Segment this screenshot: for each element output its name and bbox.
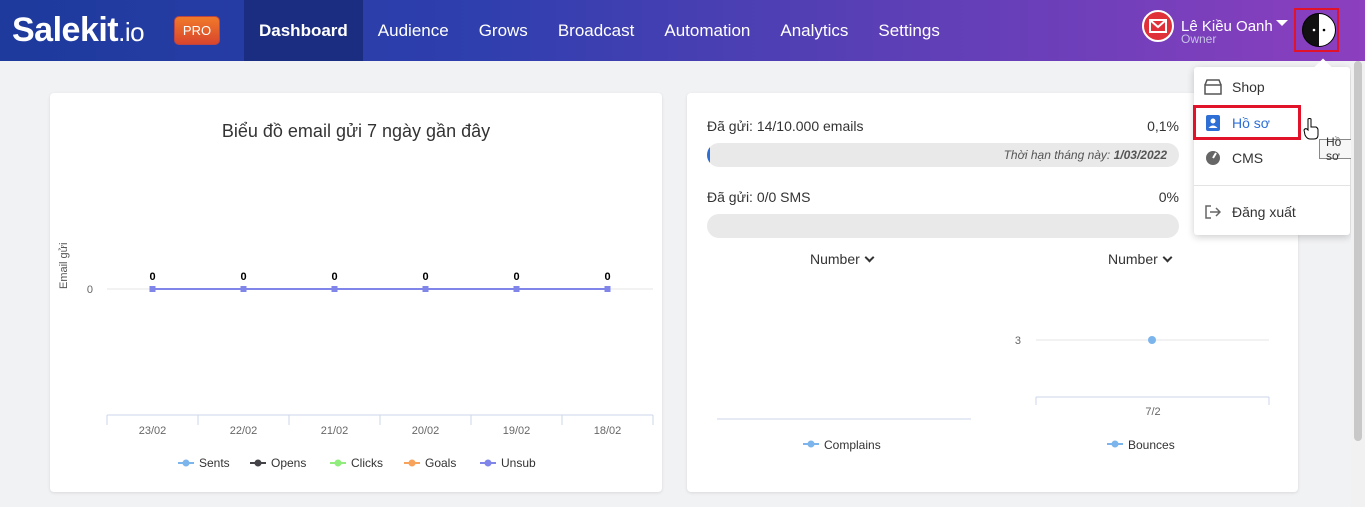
legend-item-clicks: Clicks <box>330 456 383 470</box>
legend-label: Sents <box>199 456 230 470</box>
x-tick-label: 23/02 <box>139 425 167 437</box>
email-chart-card: Biểu đồ email gửi 7 ngày gần đây Email g… <box>50 93 662 492</box>
data-point-unsub <box>331 286 338 292</box>
data-point-unsub <box>513 286 520 292</box>
highlight-box <box>1193 105 1301 140</box>
data-point-bounces <box>1148 336 1156 344</box>
legend-marker <box>1111 440 1119 448</box>
x-tick-label: 19/02 <box>503 425 531 437</box>
legend-marker <box>334 459 342 467</box>
menu-item-label: CMS <box>1232 150 1264 166</box>
legend-label: Bounces <box>1128 438 1175 452</box>
caret-down-icon <box>1276 20 1288 26</box>
legend-marker <box>807 440 815 448</box>
menu-item-logout[interactable]: Đăng xuất <box>1194 195 1350 229</box>
legend-item-sents: Sents <box>178 456 230 470</box>
x-tick-label: 22/02 <box>230 425 258 437</box>
x-tick-label: 21/02 <box>321 425 349 437</box>
x-tick-label: 18/02 <box>594 425 622 437</box>
user-role: Owner <box>1181 32 1217 46</box>
data-label: 0 <box>149 271 155 283</box>
legend-marker <box>182 459 190 467</box>
email-line-chart: 0 23/02 22/02 21/02 20/02 19/02 18/02 0 0 0 0 0 0 Sen… <box>87 271 654 470</box>
legend-item-complains: Complains <box>803 438 881 452</box>
logout-icon <box>1204 203 1222 221</box>
legend-item-goals: Goals <box>404 456 456 470</box>
nav-automation[interactable]: Automation <box>649 0 765 61</box>
menu-item-shop[interactable]: Shop <box>1194 70 1350 104</box>
data-point-unsub <box>149 286 156 292</box>
pro-badge: PRO <box>174 16 220 45</box>
theme-toggle-icon[interactable] <box>1302 13 1336 47</box>
legend-label: Complains <box>824 438 881 452</box>
main-nav: Dashboard Audience Grows Broadcast Autom… <box>244 0 955 61</box>
cms-icon <box>1204 149 1222 167</box>
nav-dashboard[interactable]: Dashboard <box>244 0 363 61</box>
legend-marker <box>254 459 262 467</box>
logo-sub: .io <box>118 16 145 47</box>
y-tick-label: 0 <box>87 284 93 296</box>
data-label: 0 <box>331 271 337 283</box>
y-tick-label: 3 <box>1015 335 1021 347</box>
menu-divider <box>1194 185 1350 186</box>
legend-label: Goals <box>425 456 456 470</box>
legend-marker <box>408 459 416 467</box>
menu-item-label: Shop <box>1232 79 1265 95</box>
x-tick-label: 20/02 <box>412 425 440 437</box>
legend-item-bounces: Bounces <box>1107 438 1175 452</box>
data-point-unsub <box>240 286 247 292</box>
data-label: 0 <box>604 271 610 283</box>
data-point-unsub <box>604 286 611 292</box>
nav-broadcast[interactable]: Broadcast <box>543 0 650 61</box>
legend-marker <box>484 459 492 467</box>
scrollbar[interactable] <box>1351 61 1365 507</box>
user-menu[interactable]: Lê Kiều Oanh Owner <box>1142 10 1288 46</box>
shop-icon <box>1204 78 1222 96</box>
data-point-unsub <box>422 286 429 292</box>
menu-item-label: Đăng xuất <box>1232 204 1296 220</box>
nav-settings[interactable]: Settings <box>863 0 954 61</box>
nav-audience[interactable]: Audience <box>363 0 464 61</box>
mail-icon <box>1142 10 1174 42</box>
legend-item-opens: Opens <box>250 456 306 470</box>
nav-analytics[interactable]: Analytics <box>765 0 863 61</box>
data-label: 0 <box>513 271 519 283</box>
legend-label: Unsub <box>501 456 536 470</box>
legend-label: Opens <box>271 456 306 470</box>
legend-item-unsub: Unsub <box>480 456 536 470</box>
data-label: 0 <box>240 271 246 283</box>
salekit-logo[interactable]: Salekit.io <box>12 10 145 49</box>
hand-cursor-icon <box>1303 118 1319 140</box>
nav-grows[interactable]: Grows <box>464 0 543 61</box>
legend-label: Clicks <box>351 456 383 470</box>
scrollbar-thumb[interactable] <box>1354 61 1362 441</box>
x-tick-label: 7/2 <box>1145 406 1160 418</box>
data-label: 0 <box>422 271 428 283</box>
top-navbar: Salekit.io PRO Dashboard Audience Grows … <box>0 0 1365 61</box>
logo-main: Salekit <box>12 10 119 49</box>
